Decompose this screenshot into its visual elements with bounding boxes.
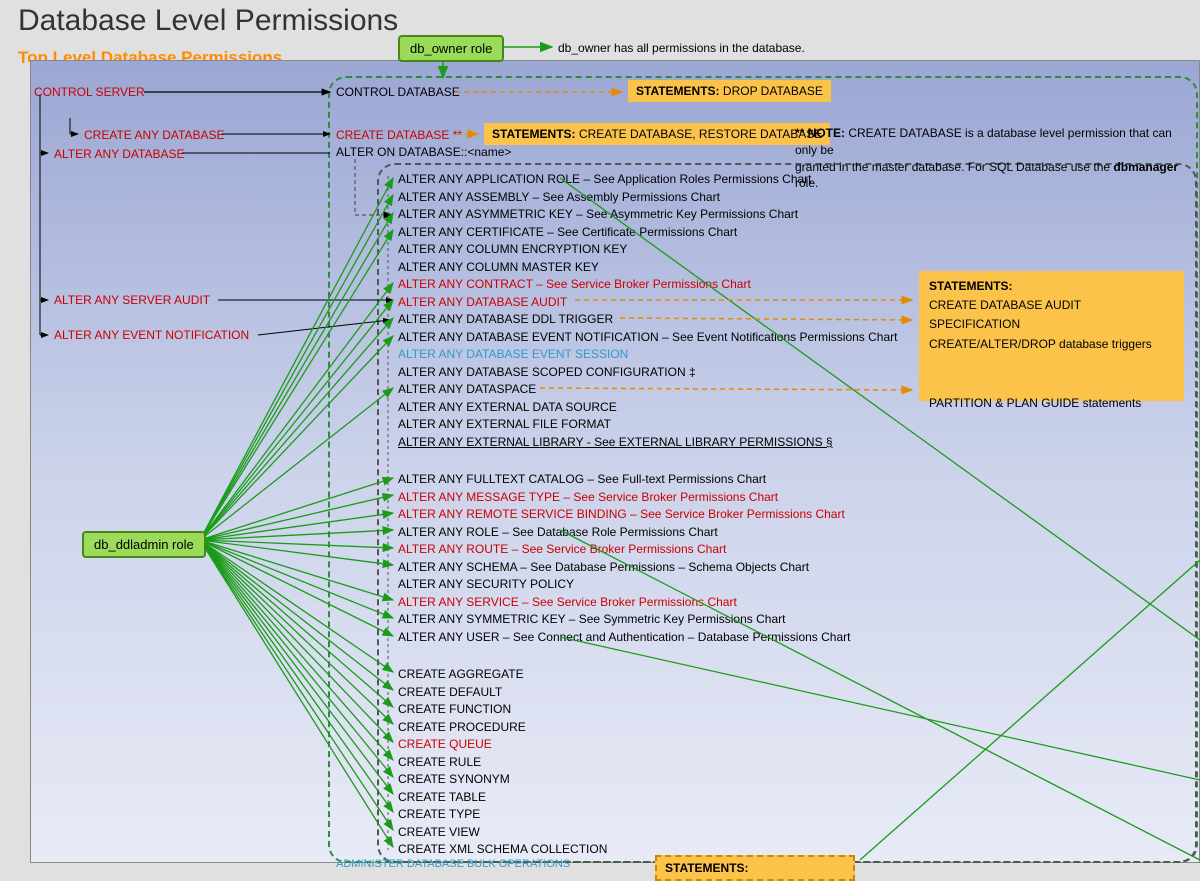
create-perm-4: CREATE QUEUE: [398, 737, 492, 751]
perm-control-server: CONTROL SERVER: [34, 85, 145, 99]
alter-perm-2: ALTER ANY ASYMMETRIC KEY – See Asymmetri…: [398, 207, 798, 221]
alter-perm-11: ALTER ANY DATABASE SCOPED CONFIGURATION …: [398, 365, 696, 379]
create-perm-9: CREATE VIEW: [398, 825, 480, 839]
perm-control-database: CONTROL DATABASE: [336, 85, 460, 99]
perm-admin-bulk: ADMINISTER DATABASE BULK OPERATIONS: [336, 858, 570, 870]
alter-perm-4: ALTER ANY COLUMN ENCRYPTION KEY: [398, 242, 627, 256]
alter-perm-1: ALTER ANY ASSEMBLY – See Assembly Permis…: [398, 190, 720, 204]
stmt-drop-database: STATEMENTS: DROP DATABASE: [628, 80, 831, 102]
alter2-perm-6: ALTER ANY SECURITY POLICY: [398, 577, 574, 591]
create-perm-0: CREATE AGGREGATE: [398, 667, 524, 681]
alter-perm-6: ALTER ANY CONTRACT – See Service Broker …: [398, 277, 751, 291]
alter2-perm-9: ALTER ANY USER – See Connect and Authent…: [398, 630, 850, 644]
page-title: Database Level Permissions: [18, 4, 398, 38]
alter2-perm-4: ALTER ANY ROUTE – See Service Broker Per…: [398, 542, 726, 556]
alter-perm-3: ALTER ANY CERTIFICATE – See Certificate …: [398, 225, 737, 239]
db-owner-role-badge: db_owner role: [398, 35, 504, 62]
alter-perm-5: ALTER ANY COLUMN MASTER KEY: [398, 260, 599, 274]
perm-create-database: CREATE DATABASE **: [336, 128, 462, 142]
alter2-perm-5: ALTER ANY SCHEMA – See Database Permissi…: [398, 560, 809, 574]
alter-perm-9: ALTER ANY DATABASE EVENT NOTIFICATION – …: [398, 330, 898, 344]
perm-alter-on-database: ALTER ON DATABASE::<name>: [336, 145, 511, 159]
alter-perm-7: ALTER ANY DATABASE AUDIT: [398, 295, 567, 309]
db-ddladmin-role-badge: db_ddladmin role: [82, 531, 206, 558]
stmt-right-box: STATEMENTS: CREATE DATABASE AUDIT SPECIF…: [919, 271, 1184, 401]
perm-alter-any-event-notification: ALTER ANY EVENT NOTIFICATION: [54, 328, 249, 342]
note-create-database: ** NOTE: CREATE DATABASE is a database l…: [795, 125, 1195, 192]
create-perm-1: CREATE DEFAULT: [398, 685, 502, 699]
create-perm-7: CREATE TABLE: [398, 790, 486, 804]
perm-alter-any-server-audit: ALTER ANY SERVER AUDIT: [54, 293, 210, 307]
alter2-perm-2: ALTER ANY REMOTE SERVICE BINDING – See S…: [398, 507, 845, 521]
alter-perm-10: ALTER ANY DATABASE EVENT SESSION: [398, 347, 628, 361]
alter2-perm-1: ALTER ANY MESSAGE TYPE – See Service Bro…: [398, 490, 778, 504]
create-perm-6: CREATE SYNONYM: [398, 772, 510, 786]
alter-perm-14: ALTER ANY EXTERNAL FILE FORMAT: [398, 417, 611, 431]
create-perm-2: CREATE FUNCTION: [398, 702, 511, 716]
alter-perm-0: ALTER ANY APPLICATION ROLE – See Applica…: [398, 172, 812, 186]
alter-perm-15: ALTER ANY EXTERNAL LIBRARY - See EXTERNA…: [398, 435, 833, 449]
alter2-perm-7: ALTER ANY SERVICE – See Service Broker P…: [398, 595, 737, 609]
perm-create-any-database: CREATE ANY DATABASE: [84, 128, 224, 142]
alter2-perm-8: ALTER ANY SYMMETRIC KEY – See Symmetric …: [398, 612, 785, 626]
create-perm-3: CREATE PROCEDURE: [398, 720, 526, 734]
alter2-perm-3: ALTER ANY ROLE – See Database Role Permi…: [398, 525, 718, 539]
stmt-create-database: STATEMENTS: CREATE DATABASE, RESTORE DAT…: [484, 123, 830, 145]
db-owner-note: db_owner has all permissions in the data…: [558, 41, 805, 55]
alter-perm-12: ALTER ANY DATASPACE: [398, 382, 536, 396]
perm-alter-any-database: ALTER ANY DATABASE: [54, 147, 185, 161]
create-perm-5: CREATE RULE: [398, 755, 481, 769]
alter-perm-13: ALTER ANY EXTERNAL DATA SOURCE: [398, 400, 617, 414]
alter-perm-8: ALTER ANY DATABASE DDL TRIGGER: [398, 312, 613, 326]
create-perm-10: CREATE XML SCHEMA COLLECTION: [398, 842, 607, 856]
alter2-perm-0: ALTER ANY FULLTEXT CATALOG – See Full-te…: [398, 472, 766, 486]
create-perm-8: CREATE TYPE: [398, 807, 480, 821]
stmt-bottom-box: STATEMENTS:: [655, 855, 855, 881]
